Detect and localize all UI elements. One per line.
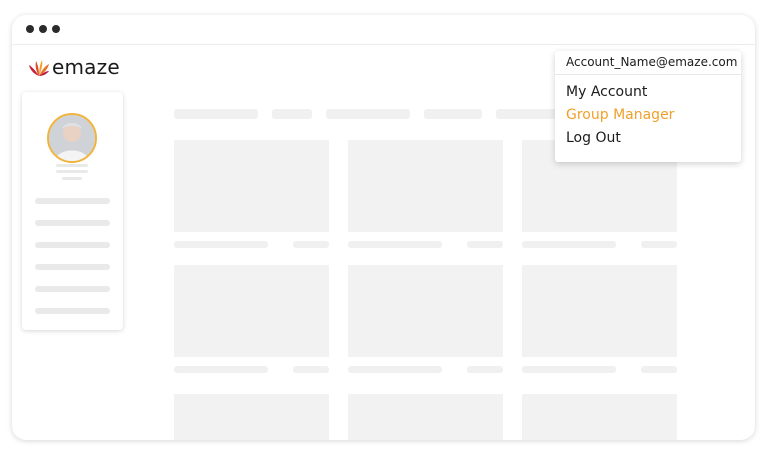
tab-placeholder[interactable] — [272, 109, 312, 119]
card-meta-placeholder — [293, 366, 329, 373]
card-meta-placeholder — [467, 241, 503, 248]
profile-name-placeholder — [56, 170, 88, 173]
presentation-card[interactable] — [174, 140, 329, 232]
card-meta-placeholder — [293, 241, 329, 248]
sidebar-item-placeholder[interactable] — [35, 220, 110, 226]
card-title-placeholder — [522, 366, 616, 373]
sidebar-item-placeholder[interactable] — [35, 308, 110, 314]
card-meta-placeholder — [467, 366, 503, 373]
tab-placeholder[interactable] — [174, 109, 258, 119]
sidebar-item-placeholder[interactable] — [35, 286, 110, 292]
presentation-card[interactable] — [174, 265, 329, 357]
account-dropdown-menu: Account_Name@emaze.com My Account Group … — [555, 51, 741, 162]
tab-placeholder[interactable] — [424, 109, 482, 119]
sidebar-item-placeholder[interactable] — [35, 242, 110, 248]
window-titlebar — [12, 15, 755, 45]
card-title-placeholder — [522, 241, 616, 248]
card-title-placeholder — [348, 366, 442, 373]
card-title-placeholder — [174, 366, 268, 373]
profile-name-placeholder — [56, 164, 88, 167]
tab-placeholder[interactable] — [326, 109, 410, 119]
card-meta-placeholder — [641, 241, 677, 248]
window-dot-icon[interactable] — [26, 25, 34, 33]
user-photo-icon — [49, 115, 95, 161]
emaze-flame-icon — [29, 60, 49, 76]
avatar[interactable] — [47, 113, 97, 163]
presentation-card[interactable] — [348, 394, 503, 440]
menu-item-my-account[interactable]: My Account — [566, 84, 647, 100]
profile-sidebar — [22, 92, 123, 330]
presentation-card[interactable] — [348, 265, 503, 357]
presentation-card[interactable] — [174, 394, 329, 440]
card-meta-placeholder — [641, 366, 677, 373]
window-dot-icon[interactable] — [52, 25, 60, 33]
presentation-card[interactable] — [522, 265, 677, 357]
presentation-card[interactable] — [348, 140, 503, 232]
presentation-card[interactable] — [522, 394, 677, 440]
account-email: Account_Name@emaze.com — [566, 55, 738, 69]
card-title-placeholder — [348, 241, 442, 248]
logo-wordmark: emaze — [52, 55, 120, 79]
sidebar-item-placeholder[interactable] — [35, 264, 110, 270]
menu-divider — [555, 74, 741, 75]
window-dot-icon[interactable] — [39, 25, 47, 33]
sidebar-item-placeholder[interactable] — [35, 198, 110, 204]
menu-item-log-out[interactable]: Log Out — [566, 130, 621, 146]
menu-item-group-manager[interactable]: Group Manager — [566, 107, 674, 123]
profile-role-placeholder — [62, 177, 82, 180]
card-title-placeholder — [174, 241, 268, 248]
